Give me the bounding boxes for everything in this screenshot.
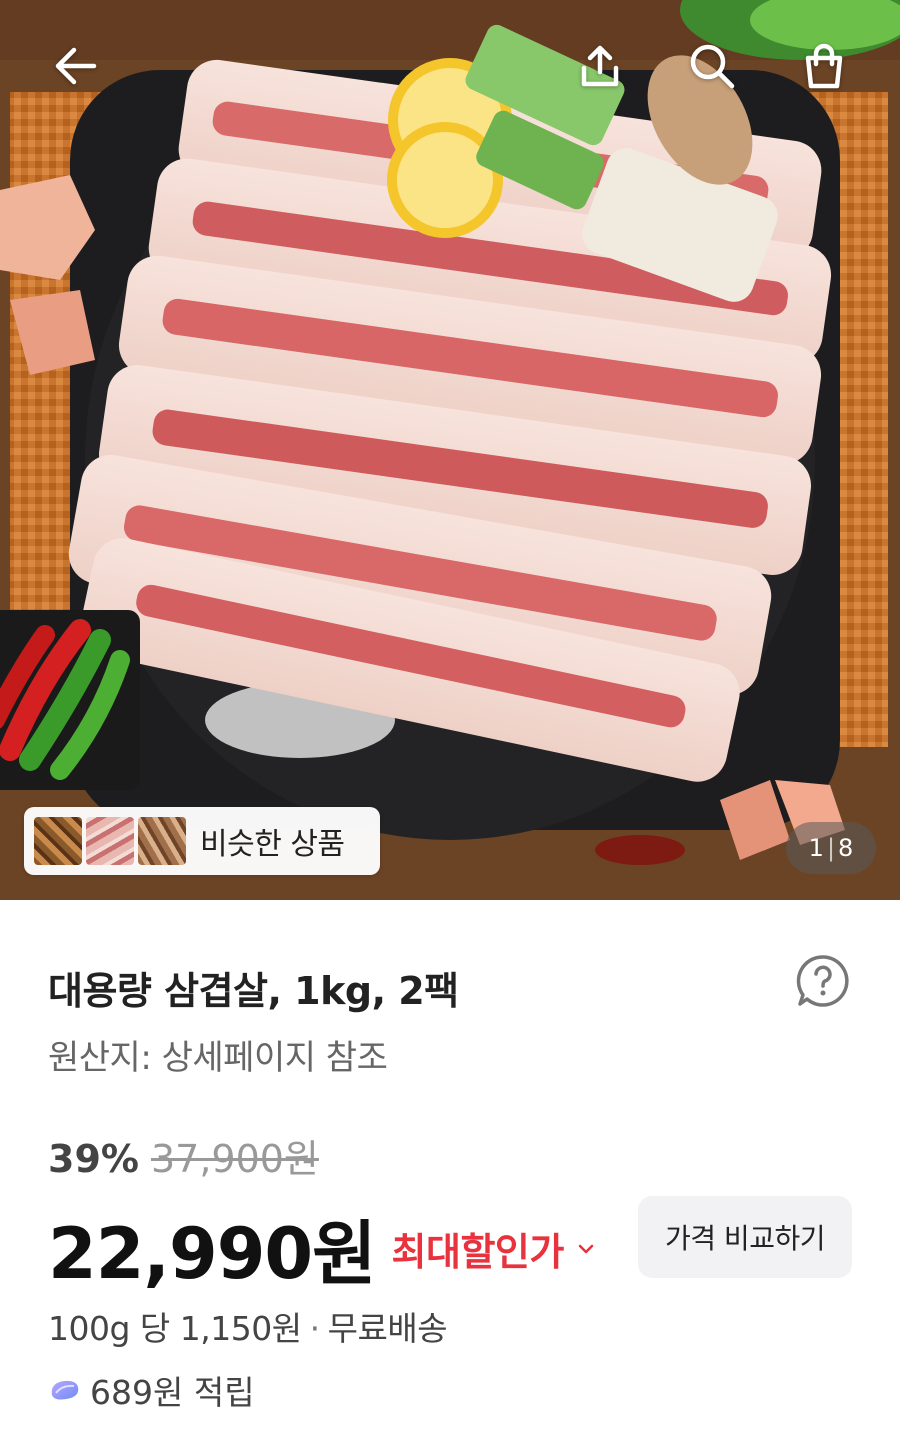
product-info: 대용량 삼겹살, 1kg, 2팩: [0, 900, 900, 1016]
total-pages: 8: [838, 834, 854, 862]
share-icon: [581, 45, 619, 87]
search-icon: [690, 44, 735, 89]
similar-products-label: 비슷한 상품: [200, 827, 345, 862]
reward-coin-icon: [51, 1380, 79, 1400]
best-price-dropdown[interactable]: 최대할인가: [392, 1221, 596, 1276]
question-bubble-icon[interactable]: [794, 952, 852, 1010]
shopping-bag-icon: [805, 43, 843, 89]
unit-price: 100g 당 1,150원: [48, 1309, 302, 1348]
origin-info: 원산지: 상세페이지 참조: [48, 1038, 388, 1078]
back-button[interactable]: [48, 38, 104, 94]
best-price-label: 최대할인가: [391, 1230, 565, 1274]
image-page-counter: 1 | 8: [786, 822, 876, 874]
reward-row: 689원 적립: [48, 1366, 255, 1414]
product-image-gallery[interactable]: 비슷한 상품 1 | 8: [0, 0, 900, 900]
back-arrow-icon: [55, 47, 97, 85]
product-photo: [0, 0, 900, 900]
search-button[interactable]: [684, 38, 740, 94]
discount-rate: 39%: [48, 1137, 139, 1181]
page-separator: |: [826, 834, 836, 862]
cart-button[interactable]: [796, 38, 852, 94]
share-button[interactable]: [572, 38, 628, 94]
chevron-down-icon: [578, 1244, 594, 1253]
discount-row: 39% 37,900원: [48, 1128, 319, 1183]
price-row: 22,990원 최대할인가: [48, 1198, 596, 1299]
product-title: 대용량 삼겹살, 1kg, 2팩: [48, 969, 459, 1013]
price-compare-button[interactable]: 가격 비교하기: [638, 1196, 852, 1278]
similar-product-thumbnail: [34, 817, 82, 865]
separator-dot: ·: [309, 1309, 321, 1348]
reward-points: 689원 적립: [90, 1373, 255, 1412]
similar-products-button[interactable]: 비슷한 상품: [24, 807, 380, 875]
shipping-info: 무료배송: [327, 1309, 448, 1348]
current-page: 1: [808, 834, 824, 862]
original-price: 37,900원: [150, 1137, 319, 1181]
similar-product-thumbnail: [138, 817, 186, 865]
similar-product-thumbnail: [86, 817, 134, 865]
sale-price: 22,990원: [48, 1213, 377, 1295]
unit-price-row: 100g 당 1,150원 · 무료배송: [48, 1302, 448, 1350]
